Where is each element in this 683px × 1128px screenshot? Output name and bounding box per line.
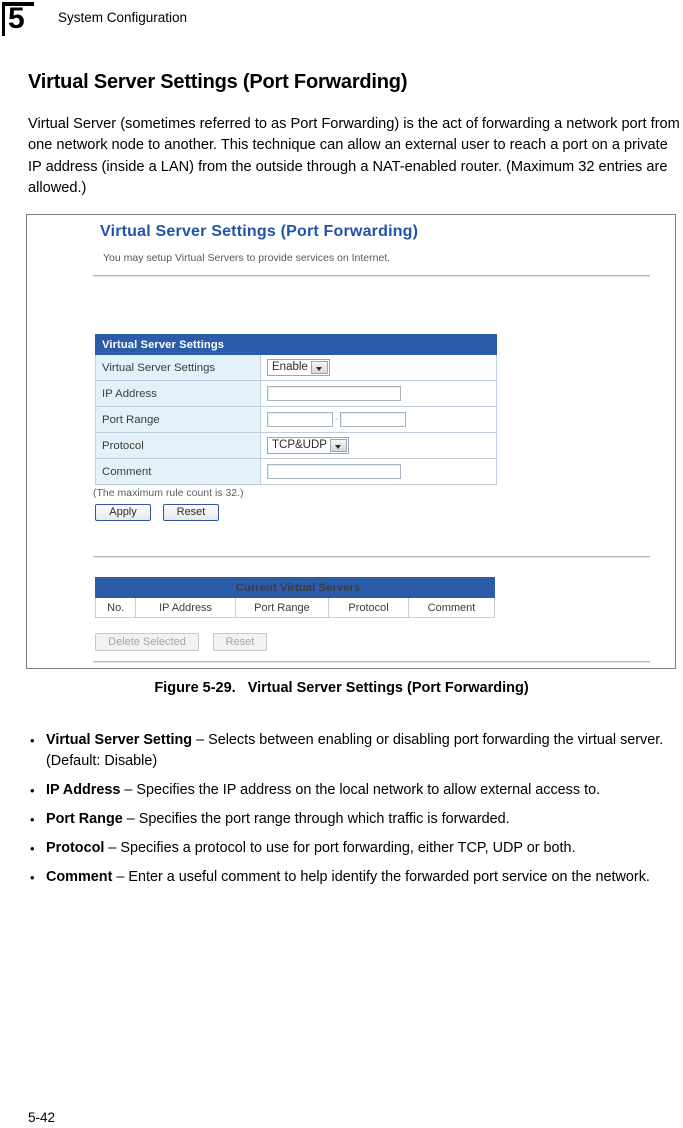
page-running-header: 5 System Configuration <box>0 0 683 44</box>
ui-page-subtitle: You may setup Virtual Servers to provide… <box>103 252 391 264</box>
current-servers-reset-button[interactable]: Reset <box>213 633 267 651</box>
virtual-server-settings-table: Virtual Server Settings Virtual Server S… <box>95 334 497 485</box>
list-item: • Port Range – Specifies the port range t… <box>28 809 683 830</box>
current-virtual-servers-table: Current Virtual Servers No. IP Address P… <box>94 577 495 618</box>
list-item: • Virtual Server Setting – Selects betwee… <box>28 730 683 772</box>
column-header-port-range: Port Range <box>234 597 330 618</box>
max-rule-count-note: (The maximum rule count is 32.) <box>93 487 244 499</box>
bullet-dot-icon: • <box>30 733 35 748</box>
bullet-description: – Specifies the port range through which… <box>122 811 510 827</box>
ui-page-title: Virtual Server Settings (Port Forwarding… <box>100 223 419 240</box>
port-range-start-input[interactable] <box>267 412 333 427</box>
reset-button[interactable]: Reset <box>163 504 219 521</box>
row-label-protocol: Protocol <box>95 432 261 459</box>
figure-screenshot-frame: Virtual Server Settings (Port Forwarding… <box>26 214 676 669</box>
list-item: • Protocol – Specifies a protocol to use … <box>28 838 683 859</box>
bullet-term: Protocol <box>46 840 105 856</box>
row-field-comment <box>260 458 497 485</box>
bullet-term: Virtual Server Setting <box>46 732 193 748</box>
delete-selected-button[interactable]: Delete Selected <box>95 633 199 651</box>
row-field-port-range: - <box>260 406 497 433</box>
port-range-separator: - <box>334 414 339 425</box>
bullet-description: – Specifies a protocol to use for port f… <box>104 840 576 856</box>
column-header-protocol: Protocol <box>328 597 409 618</box>
row-label-port-range: Port Range <box>95 406 261 433</box>
bullet-description: – Specifies the IP address on the local … <box>120 782 601 798</box>
column-header-no: No. <box>94 597 137 618</box>
figure-caption-text: Virtual Server Settings (Port Forwarding… <box>247 680 529 696</box>
protocol-select-value: TCP&UDP <box>272 439 327 451</box>
table-row-protocol: Protocol TCP&UDP <box>95 432 497 459</box>
bullet-term: Comment <box>46 869 113 885</box>
ui-divider-bottom <box>93 661 650 663</box>
figure-caption: Figure 5-29. Virtual Server Settings (Por… <box>0 680 683 696</box>
row-label-virtual-server-settings: Virtual Server Settings <box>95 354 261 381</box>
table-row-comment: Comment <box>95 458 497 485</box>
list-item: • Comment – Enter a useful comment to hel… <box>28 867 683 888</box>
chapter-number: 5 <box>8 2 25 35</box>
current-banner-row: Current Virtual Servers <box>95 577 495 598</box>
intro-paragraph: Virtual Server (sometimes referred to as… <box>28 115 680 197</box>
column-header-ip-address: IP Address <box>135 597 236 618</box>
chevron-down-icon[interactable] <box>310 361 328 374</box>
row-label-comment: Comment <box>95 458 261 485</box>
current-servers-header-row: No. IP Address Port Range Protocol Comme… <box>94 597 495 618</box>
column-header-comment: Comment <box>408 597 495 618</box>
bullet-description: – Enter a useful comment to help identif… <box>112 869 650 885</box>
bullet-dot-icon: • <box>30 870 35 885</box>
ui-divider-middle <box>93 556 650 558</box>
table-row-ip-address: IP Address <box>95 380 497 407</box>
bullet-dot-icon: • <box>30 841 35 856</box>
table-row-virtual-server-settings: Virtual Server Settings Enable <box>95 354 497 381</box>
page-number-footer: 5-42 <box>28 1110 56 1125</box>
row-field-ip-address <box>260 380 497 407</box>
ip-address-input[interactable] <box>267 386 401 401</box>
figure-caption-number: Figure 5-29. <box>154 680 236 696</box>
parameter-description-list: • Virtual Server Setting – Selects betwee… <box>28 730 683 896</box>
section-heading: Virtual Server Settings (Port Forwarding… <box>28 71 408 94</box>
row-field-protocol: TCP&UDP <box>260 432 497 459</box>
row-label-ip-address: IP Address <box>95 380 261 407</box>
current-servers-banner-label: Current Virtual Servers <box>95 577 495 598</box>
list-item: • IP Address – Specifies the IP address o… <box>28 780 683 801</box>
row-field-virtual-server-settings: Enable <box>260 354 497 381</box>
table-banner-row: Virtual Server Settings <box>95 334 497 355</box>
virtual-server-settings-select[interactable]: Enable <box>267 359 330 376</box>
port-range-end-input[interactable] <box>340 412 406 427</box>
settings-banner-label: Virtual Server Settings <box>95 334 497 355</box>
virtual-server-settings-select-value: Enable <box>272 361 308 373</box>
bullet-dot-icon: • <box>30 783 35 798</box>
bullet-term: Port Range <box>46 811 123 827</box>
chevron-down-icon[interactable] <box>329 439 347 452</box>
bullet-dot-icon: • <box>30 812 35 827</box>
comment-input[interactable] <box>267 464 401 479</box>
protocol-select[interactable]: TCP&UDP <box>267 437 349 454</box>
bullet-term: IP Address <box>46 782 121 798</box>
ui-divider-top <box>93 275 650 277</box>
running-header-title: System Configuration <box>58 10 188 25</box>
table-row-port-range: Port Range - <box>95 406 497 433</box>
apply-button[interactable]: Apply <box>95 504 151 521</box>
